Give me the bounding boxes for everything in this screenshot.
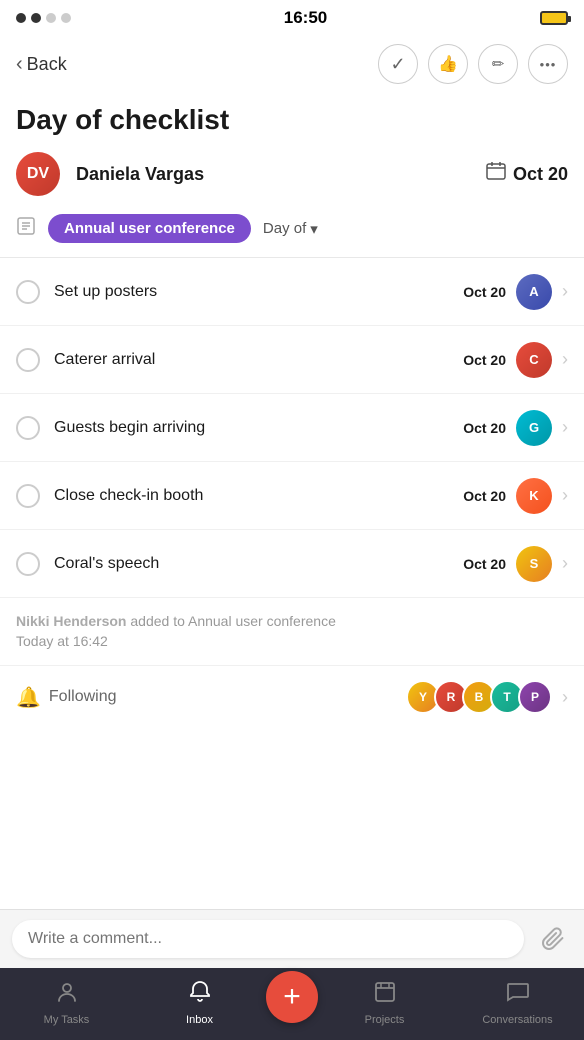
nav-conversations[interactable]: Conversations <box>451 979 584 1026</box>
task-check-3[interactable] <box>16 416 40 440</box>
back-button[interactable]: ‹ Back <box>16 53 67 76</box>
dot-4 <box>61 13 71 23</box>
task-item[interactable]: Set up posters Oct 20 A › <box>0 258 584 326</box>
task-date: Oct 20 <box>463 420 506 436</box>
task-date: Oct 20 <box>463 352 506 368</box>
activity-text: added to Annual user conference <box>130 613 336 629</box>
page-title: Day of checklist <box>0 92 584 144</box>
nav-projects[interactable]: Projects <box>318 979 451 1026</box>
task-check-4[interactable] <box>16 484 40 508</box>
task-name: Coral's speech <box>54 555 463 573</box>
nav-my-tasks[interactable]: My Tasks <box>0 979 133 1026</box>
inbox-label: Inbox <box>186 1014 213 1026</box>
day-of-button[interactable]: Day of ▾ <box>263 220 318 238</box>
dot-3 <box>46 13 56 23</box>
chevron-right-icon: › <box>562 687 568 708</box>
project-info-row: DV Daniela Vargas Oct 20 <box>0 144 584 204</box>
task-item[interactable]: Close check-in booth Oct 20 K › <box>0 462 584 530</box>
clock: 16:50 <box>284 8 327 28</box>
like-button[interactable]: 👍 <box>428 44 468 84</box>
activity-timestamp: Today at 16:42 <box>16 633 108 649</box>
attachment-button[interactable] <box>534 920 572 958</box>
checklist-icon <box>16 216 36 242</box>
bottom-nav: My Tasks Inbox + Projects <box>0 968 584 1040</box>
bell-icon: 🔔 <box>16 685 41 710</box>
task-check-1[interactable] <box>16 280 40 304</box>
task-check-2[interactable] <box>16 348 40 372</box>
signal-dots <box>16 13 71 23</box>
task-avatar: K <box>516 478 552 514</box>
task-date: Oct 20 <box>463 284 506 300</box>
bell-nav-icon <box>187 979 213 1012</box>
assignee-avatar: DV <box>16 152 60 196</box>
status-bar: 16:50 <box>0 0 584 36</box>
chevron-right-icon: › <box>562 417 568 438</box>
follower-avatar: P <box>518 680 552 714</box>
following-avatars: Y R B T P <box>406 680 552 714</box>
chevron-down-icon: ▾ <box>310 220 318 238</box>
projects-label: Projects <box>365 1014 405 1026</box>
chevron-right-icon: › <box>562 349 568 370</box>
more-icon: ••• <box>540 57 557 72</box>
task-avatar: G <box>516 410 552 446</box>
following-label: Following <box>49 688 406 706</box>
more-button[interactable]: ••• <box>528 44 568 84</box>
add-button[interactable]: + <box>266 971 318 1023</box>
tag-row: Annual user conference Day of ▾ <box>0 204 584 257</box>
project-date: Oct 20 <box>513 164 568 185</box>
chat-icon <box>505 979 531 1012</box>
thumbs-up-icon: 👍 <box>438 54 458 74</box>
date-badge: Oct 20 <box>485 160 568 188</box>
task-name: Guests begin arriving <box>54 419 463 437</box>
task-item[interactable]: Coral's speech Oct 20 S › <box>0 530 584 598</box>
task-avatar: A <box>516 274 552 310</box>
edit-icon: ✏ <box>492 55 505 73</box>
project-tag[interactable]: Annual user conference <box>48 214 251 243</box>
back-label: Back <box>27 54 67 75</box>
person-icon <box>54 979 80 1012</box>
edit-button[interactable]: ✏ <box>478 44 518 84</box>
task-name: Set up posters <box>54 283 463 301</box>
plus-icon: + <box>283 982 301 1012</box>
task-item[interactable]: Caterer arrival Oct 20 C › <box>0 326 584 394</box>
dot-1 <box>16 13 26 23</box>
task-item[interactable]: Guests begin arriving Oct 20 G › <box>0 394 584 462</box>
comment-input[interactable] <box>12 920 524 958</box>
dot-2 <box>31 13 41 23</box>
assignee-name: Daniela Vargas <box>76 164 204 185</box>
nav-inbox[interactable]: Inbox <box>133 979 266 1026</box>
chevron-right-icon: › <box>562 553 568 574</box>
complete-button[interactable]: ✓ <box>378 44 418 84</box>
task-check-5[interactable] <box>16 552 40 576</box>
check-icon: ✓ <box>390 54 405 75</box>
task-name: Caterer arrival <box>54 351 463 369</box>
comment-section <box>0 909 584 968</box>
task-list: Set up posters Oct 20 A › Caterer arriva… <box>0 258 584 598</box>
activity-note: Nikki Henderson added to Annual user con… <box>0 598 584 665</box>
battery-icon <box>540 11 568 25</box>
calendar-icon <box>485 160 507 188</box>
header-actions: ✓ 👍 ✏ ••• <box>378 44 568 84</box>
task-avatar: S <box>516 546 552 582</box>
header: ‹ Back ✓ 👍 ✏ ••• <box>0 36 584 92</box>
my-tasks-label: My Tasks <box>44 1014 90 1026</box>
task-date: Oct 20 <box>463 488 506 504</box>
day-of-label: Day of <box>263 220 306 237</box>
chevron-right-icon: › <box>562 485 568 506</box>
task-avatar: C <box>516 342 552 378</box>
conversations-label: Conversations <box>482 1014 552 1026</box>
task-name: Close check-in booth <box>54 487 463 505</box>
task-date: Oct 20 <box>463 556 506 572</box>
chevron-right-icon: › <box>562 281 568 302</box>
chevron-left-icon: ‹ <box>16 53 23 76</box>
projects-icon <box>372 979 398 1012</box>
activity-author: Nikki Henderson <box>16 613 126 629</box>
following-row[interactable]: 🔔 Following Y R B T P › <box>0 665 584 728</box>
